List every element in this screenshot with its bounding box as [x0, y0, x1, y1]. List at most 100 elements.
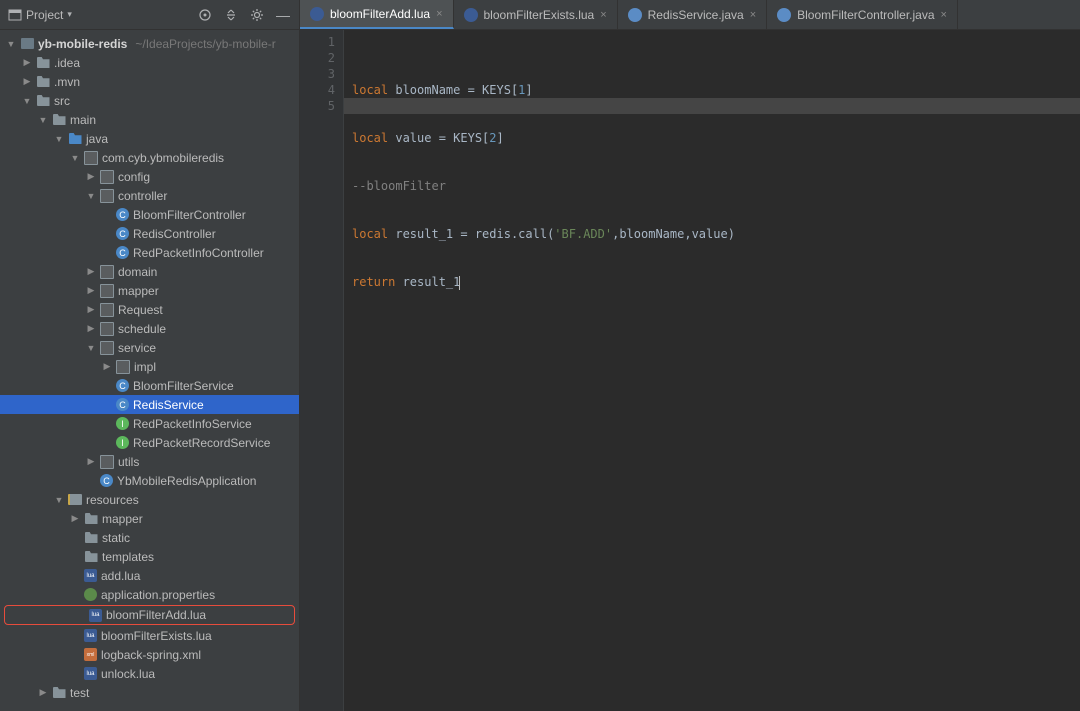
class-icon	[116, 398, 129, 411]
folder-icon	[84, 531, 98, 545]
tree-item[interactable]: config	[0, 167, 299, 186]
package-icon	[84, 151, 98, 165]
expand-arrow-icon[interactable]	[22, 57, 32, 68]
tree-item[interactable]: YbMobileRedisApplication	[0, 471, 299, 490]
tree-item-label: static	[102, 531, 130, 545]
folder-icon	[36, 94, 50, 108]
tree-item[interactable]: RedisService	[0, 395, 299, 414]
current-line-highlight	[344, 98, 1080, 114]
project-icon	[8, 8, 22, 22]
select-opened-file-icon[interactable]	[197, 7, 213, 23]
package-icon	[100, 341, 114, 355]
tree-item-label: impl	[134, 360, 156, 374]
tree-item[interactable]: controller	[0, 186, 299, 205]
editor-tab[interactable]: BloomFilterController.java×	[767, 0, 958, 29]
tree-item[interactable]: BloomFilterController	[0, 205, 299, 224]
tab-label: bloomFilterAdd.lua	[330, 7, 430, 21]
expand-arrow-icon[interactable]	[86, 171, 96, 182]
tab-label: RedisService.java	[648, 8, 744, 22]
class-icon	[116, 246, 129, 259]
tree-item[interactable]: logback-spring.xml	[0, 645, 299, 664]
tree-item[interactable]: main	[0, 110, 299, 129]
tree-item-label: src	[54, 94, 70, 108]
tree-item[interactable]: service	[0, 338, 299, 357]
expand-arrow-icon[interactable]	[86, 323, 96, 334]
expand-arrow-icon[interactable]	[86, 304, 96, 315]
package-icon	[100, 455, 114, 469]
tree-item[interactable]: Request	[0, 300, 299, 319]
tree-item[interactable]: src	[0, 91, 299, 110]
tree-item[interactable]: mapper	[0, 281, 299, 300]
expand-arrow-icon[interactable]	[86, 191, 96, 201]
package-icon	[100, 322, 114, 336]
expand-arrow-icon[interactable]	[22, 76, 32, 87]
tree-item-label: RedisController	[133, 227, 216, 241]
tab-label: bloomFilterExists.lua	[484, 8, 595, 22]
folder-icon	[36, 75, 50, 89]
tree-item[interactable]: RedPacketInfoService	[0, 414, 299, 433]
tree-item[interactable]: impl	[0, 357, 299, 376]
code-editor[interactable]: 12345 local bloomName = KEYS[1] local va…	[300, 30, 1080, 711]
expand-arrow-icon[interactable]	[38, 115, 48, 125]
module-icon	[20, 37, 34, 51]
expand-arrow-icon[interactable]	[54, 495, 64, 505]
tree-item-label: domain	[118, 265, 157, 279]
tree-root[interactable]: yb-mobile-redis ~/IdeaProjects/yb-mobile…	[0, 34, 299, 53]
line-number: 5	[300, 98, 335, 114]
tree-item[interactable]: resources	[0, 490, 299, 509]
expand-all-icon[interactable]	[223, 7, 239, 23]
tree-item-label: schedule	[118, 322, 166, 336]
interface-icon	[116, 436, 129, 449]
editor-tab[interactable]: RedisService.java ×	[618, 0, 767, 29]
expand-arrow-icon[interactable]	[70, 153, 80, 163]
expand-arrow-icon[interactable]	[86, 266, 96, 277]
tree-item[interactable]: domain	[0, 262, 299, 281]
expand-arrow-icon[interactable]	[86, 285, 96, 296]
tree-item[interactable]: RedPacketRecordService	[0, 433, 299, 452]
project-dropdown[interactable]: Project ▾	[8, 8, 191, 22]
editor-tab[interactable]: bloomFilterAdd.lua ×	[300, 0, 454, 29]
expand-arrow-icon[interactable]	[38, 687, 48, 698]
tree-item[interactable]: .idea	[0, 53, 299, 72]
tree-item[interactable]: RedPacketInfoController	[0, 243, 299, 262]
code-area[interactable]: local bloomName = KEYS[1] local value = …	[344, 30, 1080, 711]
close-icon[interactable]: ×	[941, 9, 947, 21]
close-icon[interactable]: ×	[436, 8, 442, 20]
resources-folder-icon	[68, 493, 82, 507]
tree-item[interactable]: com.cyb.ybmobileredis	[0, 148, 299, 167]
gear-icon[interactable]	[249, 7, 265, 23]
tree-item[interactable]: BloomFilterService	[0, 376, 299, 395]
tree-item[interactable]: schedule	[0, 319, 299, 338]
tree-item[interactable]: RedisController	[0, 224, 299, 243]
project-tree[interactable]: yb-mobile-redis ~/IdeaProjects/yb-mobile…	[0, 30, 300, 711]
hide-icon[interactable]: —	[275, 7, 291, 23]
expand-arrow-icon[interactable]	[86, 343, 96, 353]
expand-arrow-icon[interactable]	[70, 513, 80, 524]
java-file-icon	[777, 8, 791, 22]
tree-item[interactable]: unlock.lua	[0, 664, 299, 683]
tree-item[interactable]: java	[0, 129, 299, 148]
class-icon	[116, 208, 129, 221]
tree-item[interactable]: application.properties	[0, 585, 299, 604]
editor-tab[interactable]: bloomFilterExists.lua ×	[454, 0, 618, 29]
tree-item[interactable]: test	[0, 683, 299, 702]
tree-item-label: add.lua	[101, 569, 140, 583]
package-icon	[116, 360, 130, 374]
expand-arrow-icon[interactable]	[102, 361, 112, 372]
tree-item[interactable]: add.lua	[0, 566, 299, 585]
lua-file-icon	[89, 609, 102, 622]
close-icon[interactable]: ×	[750, 9, 756, 21]
tree-item[interactable]: utils	[0, 452, 299, 471]
expand-arrow-icon[interactable]	[6, 39, 16, 49]
tree-item[interactable]: .mvn	[0, 72, 299, 91]
close-icon[interactable]: ×	[600, 9, 606, 21]
tree-item-label: bloomFilterAdd.lua	[106, 608, 206, 622]
tree-item[interactable]: bloomFilterAdd.lua	[4, 605, 295, 625]
expand-arrow-icon[interactable]	[54, 134, 64, 144]
tree-item[interactable]: static	[0, 528, 299, 547]
expand-arrow-icon[interactable]	[22, 96, 32, 106]
expand-arrow-icon[interactable]	[86, 456, 96, 467]
tree-item[interactable]: templates	[0, 547, 299, 566]
tree-item[interactable]: bloomFilterExists.lua	[0, 626, 299, 645]
tree-item[interactable]: mapper	[0, 509, 299, 528]
